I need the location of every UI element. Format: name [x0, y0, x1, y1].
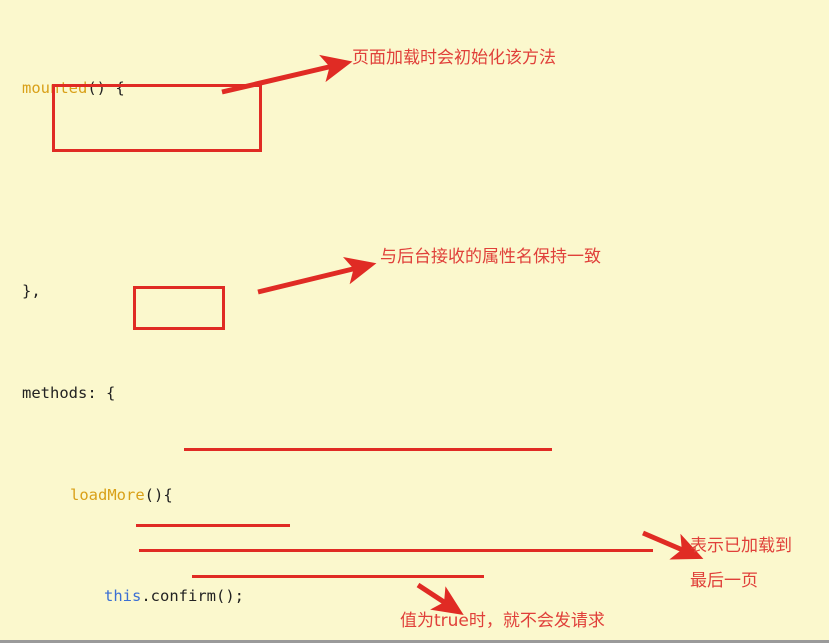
annotation-loading-true: 值为true时，就不会发请求: [400, 611, 605, 631]
underline-if-totalcount: [139, 549, 653, 552]
token-function-loadmore: loadMore: [70, 485, 145, 504]
code-line: methods: {: [22, 384, 116, 403]
annotation-last-page-line2: 最后一页: [690, 571, 758, 591]
token-this: this: [104, 587, 142, 606]
underline-loading: [192, 575, 484, 578]
annotation-param-names: 与后台接收的属性名保持一致: [380, 247, 601, 267]
code-line: },: [22, 282, 41, 301]
code-screenshot: mounted() { }, methods: { loadMore(){ th…: [0, 0, 829, 643]
annotation-mounted-init: 页面加载时会初始化该方法: [352, 48, 556, 68]
underline-curpage: [136, 524, 290, 527]
annotation-last-page-line1: 表示已加载到: [690, 536, 792, 556]
code-line: loadMore(){: [70, 485, 173, 504]
code-line: mounted() {: [22, 79, 125, 98]
token-function-mounted: mounted: [22, 79, 88, 98]
underline-concat: [184, 448, 552, 451]
